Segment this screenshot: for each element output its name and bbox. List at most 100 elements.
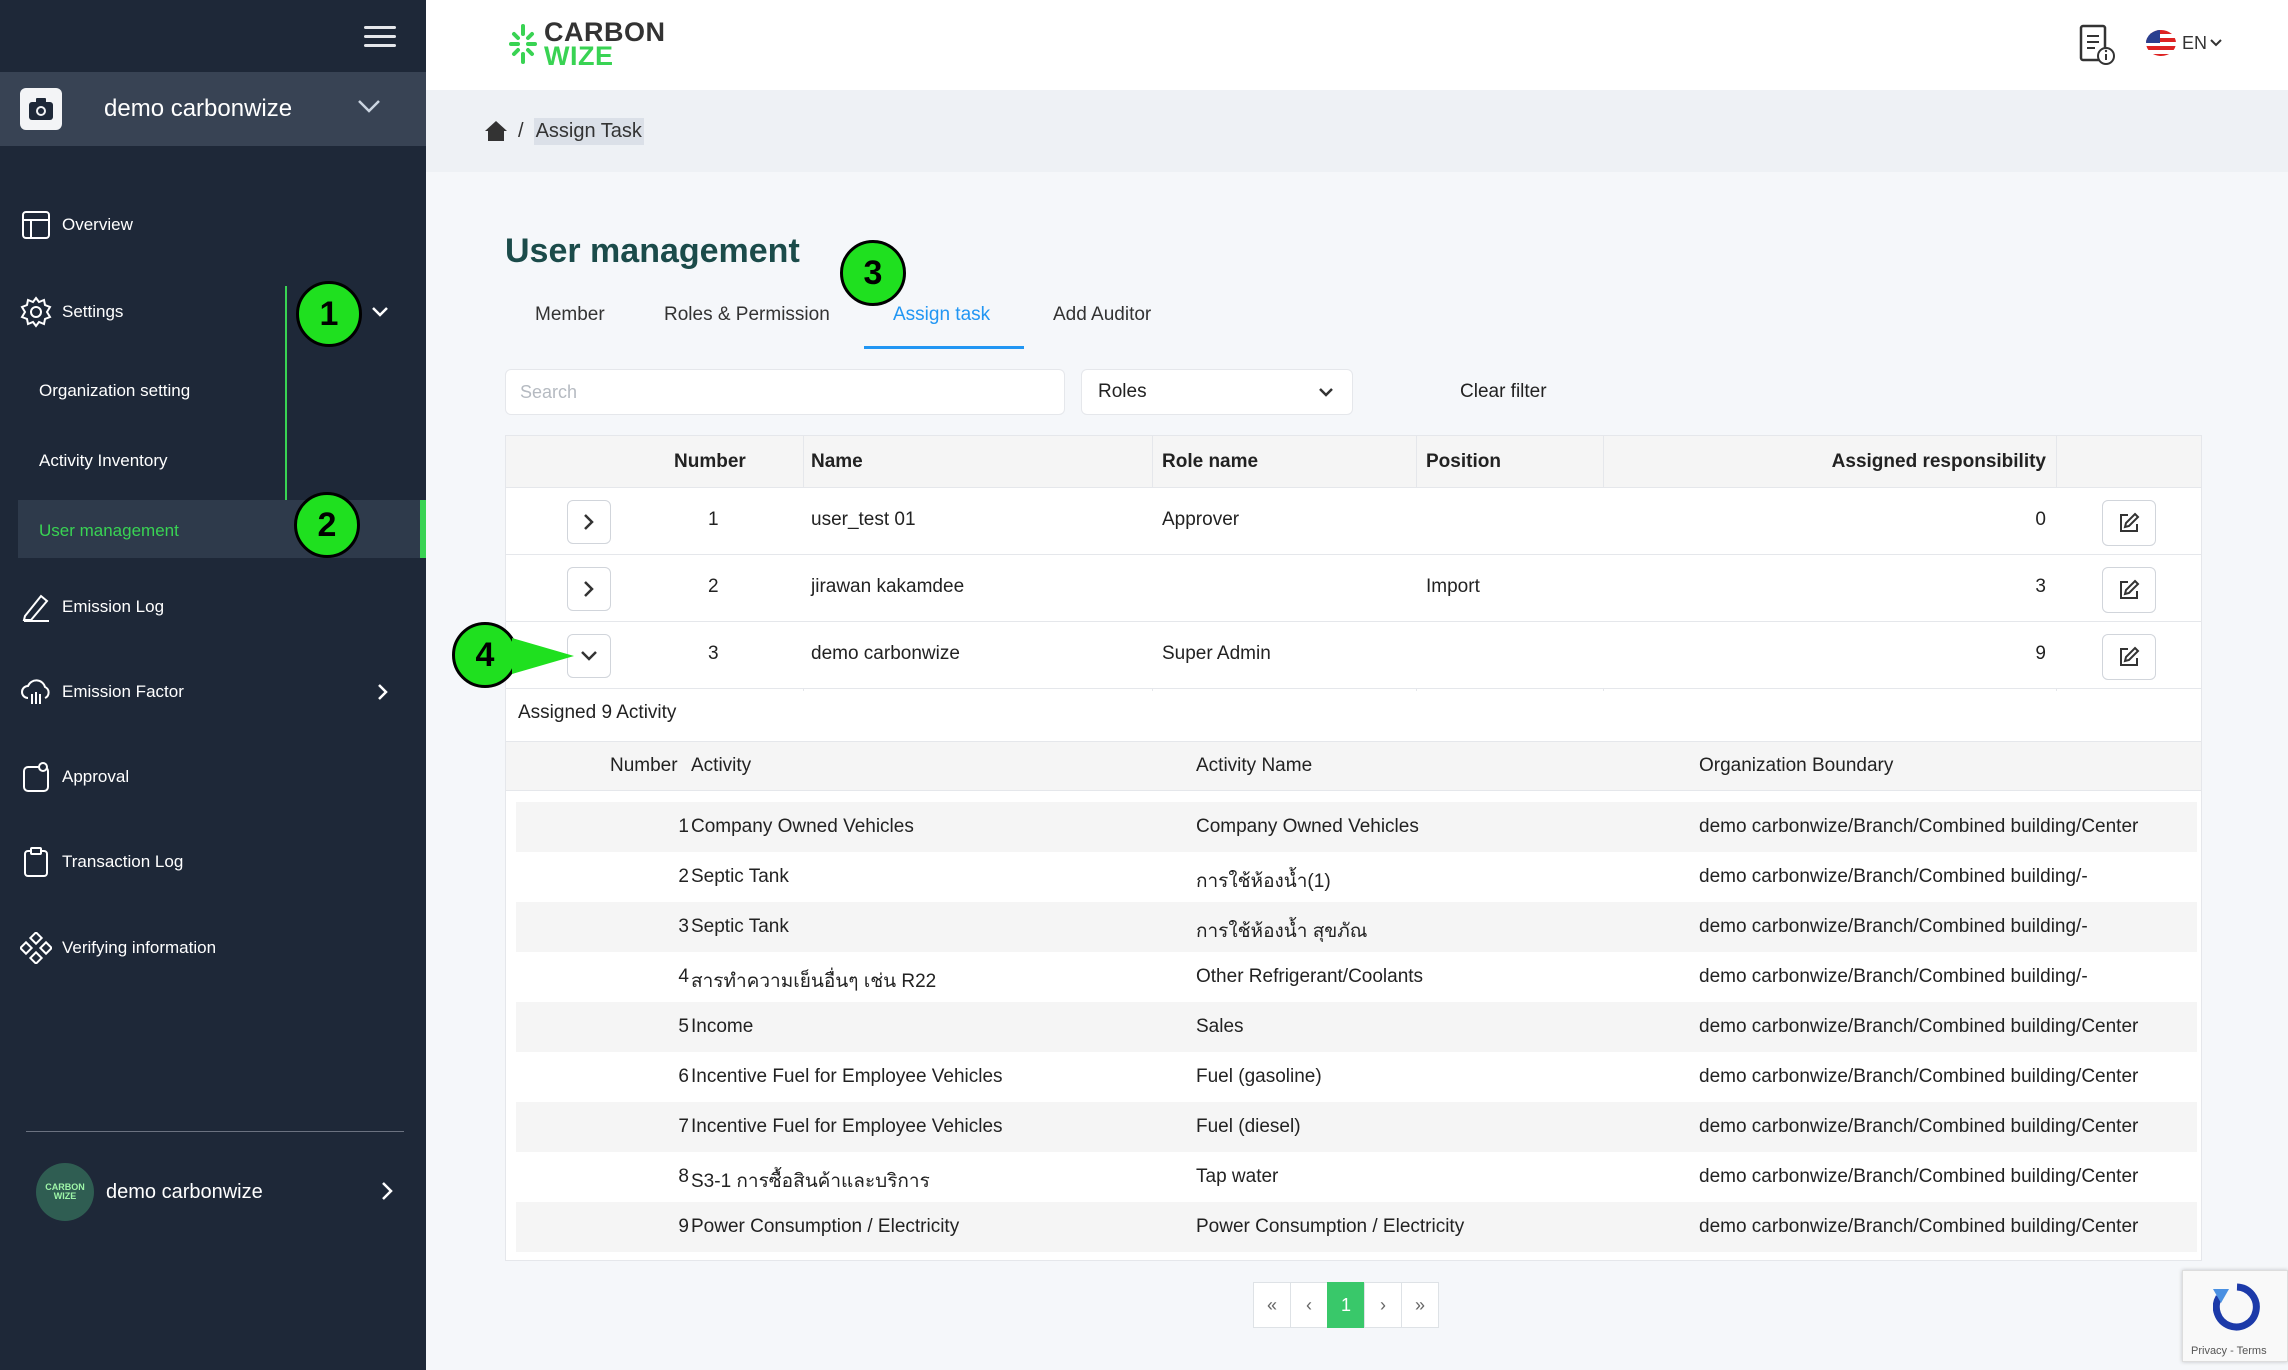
activity-cell-boundary: demo carbonwize/Branch/Combined building… [1699,966,2088,987]
next-page-button[interactable]: › [1364,1282,1402,1328]
first-page-button[interactable]: « [1253,1282,1291,1328]
nav-emission-log[interactable]: Emission Log [20,591,164,623]
edit-button[interactable] [2102,500,2156,546]
nav-overview[interactable]: Overview [20,209,133,241]
nav-transaction-log[interactable]: Transaction Log [20,846,183,878]
camera-icon [20,88,62,130]
org-name: demo carbonwize [104,95,293,122]
activity-row: 9 Power Consumption / Electricity Power Co… [516,1202,2197,1252]
cell-number: 3 [708,643,719,664]
activity-table-header: Number Activity Activity Name Organizati… [506,741,2201,791]
home-icon[interactable] [484,120,508,142]
activity-cell-activity-name: การใช้ห้องน้ำ สุขภัณ [1196,921,1368,942]
activity-cell-boundary: demo carbonwize/Branch/Combined building… [1699,916,2088,937]
activity-cell-activity: Septic Tank [691,866,789,887]
cell-name: demo carbonwize [811,643,960,664]
col-position: Position [1426,451,1501,472]
tab-roles-permission[interactable]: Roles & Permission [664,304,830,326]
activity-cell-activity-name: Company Owned Vehicles [1196,816,1419,837]
nav-approval[interactable]: Approval [20,761,129,793]
pen-icon [20,591,52,623]
col-role-name: Role name [1162,451,1259,472]
edit-button[interactable] [2102,634,2156,680]
breadcrumb: / Assign Task [426,90,2288,172]
user-profile[interactable]: CARBON WIZE demo carbonwize [36,1163,263,1221]
roles-select[interactable]: Roles [1081,369,1353,415]
logo-line-2: WIZE [544,41,614,71]
activity-cell-activity: Income [691,1016,754,1037]
edit-button[interactable] [2102,567,2156,613]
activity-cell-number: 6 [678,1066,689,1087]
prev-page-button[interactable]: ‹ [1290,1282,1328,1328]
chevron-down-icon [372,307,388,317]
activity-row: 7 Incentive Fuel for Employee Vehicles Fue… [516,1102,2197,1152]
activity-cell-activity-name: Fuel (gasoline) [1196,1066,1322,1087]
cell-position: Import [1426,576,1480,597]
cell-role: Approver [1162,509,1240,530]
page-1-button[interactable]: 1 [1327,1282,1365,1328]
recaptcha-text: Privacy - Terms [2191,1345,2267,1357]
chevron-right-icon [378,684,388,700]
activity-cell-activity: Incentive Fuel for Employee Vehicles [691,1116,1003,1137]
clear-filter-button[interactable]: Clear filter [1460,381,1547,403]
activity-cell-activity-name: Other Refrigerant/Coolants [1196,966,1424,987]
activity-cell-activity-name: Sales [1196,1016,1244,1037]
sub-item-user-management[interactable]: User management [39,521,179,541]
last-page-button[interactable]: » [1401,1282,1439,1328]
activity-cell-number: 7 [678,1116,689,1137]
cell-name: user_test 01 [811,509,916,530]
cell-assigned: 0 [2035,509,2046,530]
activity-cell-activity: S3-1 การซื้อสินค้าและบริการ [691,1171,930,1192]
expand-row-button[interactable] [567,500,611,544]
activity-row: 3 Septic Tank การใช้ห้องน้ำ สุขภัณ demo car… [516,902,2197,952]
carbonwize-logo: CARBON WIZE [508,19,666,71]
tab-assign-task[interactable]: Assign task [893,304,990,326]
org-switcher[interactable]: demo carbonwize [0,72,426,146]
col-number: Number [674,451,746,472]
nav-verifying-information[interactable]: Verifying information [20,932,216,964]
annotation-marker-2: 2 [294,492,360,558]
page-title: User management [505,232,800,270]
chevron-right-icon[interactable] [380,1180,394,1202]
col-activity: Activity [691,755,752,776]
activity-row: 5 Income Sales demo carbonwize/Branch/Combi… [516,1002,2197,1052]
col-activity-number: Number [610,755,678,776]
activity-cell-number: 9 [678,1216,689,1237]
col-organization-boundary: Organization Boundary [1699,755,1894,776]
annotation-marker-4: 4 [452,622,518,688]
nav-emission-factor[interactable]: Emission Factor [20,676,410,708]
nav-label: Emission Log [62,597,165,616]
nav-label: Emission Factor [62,682,184,701]
tab-add-auditor[interactable]: Add Auditor [1053,304,1151,326]
activity-row: 1 Company Owned Vehicles Company Owned Veh… [516,802,2197,852]
annotation-arrow-icon [512,638,574,674]
recaptcha-badge[interactable]: Privacy - Terms [2182,1270,2288,1362]
search-input[interactable] [505,369,1065,415]
assigned-activity-title: Assigned 9 Activity [518,702,677,723]
hamburger-menu-icon[interactable] [364,22,396,50]
expand-row-button[interactable] [567,567,611,611]
us-flag-icon [2146,30,2176,56]
sidebar-divider [26,1131,404,1132]
cloud-icon [20,676,52,708]
annotation-marker-1: 1 [296,281,362,347]
sub-item-activity-inventory[interactable]: Activity Inventory [39,451,168,471]
network-icon [20,932,52,964]
document-info-icon[interactable] [2078,24,2116,66]
nav-label: Transaction Log [62,852,184,871]
language-label: EN [2182,32,2208,53]
tab-member[interactable]: Member [535,304,605,326]
sub-item-organization-setting[interactable]: Organization setting [39,381,190,401]
activity-row: 8 S3-1 การซื้อสินค้าและบริการ Tap water dem… [516,1152,2197,1202]
chevron-down-icon [581,651,597,661]
active-indicator [420,500,426,558]
activity-row: 2 Septic Tank การใช้ห้องน้ำ(1) demo carbonw… [516,852,2197,902]
activity-cell-activity: Power Consumption / Electricity [691,1216,960,1237]
clipboard-list-icon [20,846,52,878]
edit-icon [2120,512,2140,532]
breadcrumb-current: Assign Task [533,117,644,145]
activity-cell-number: 3 [678,916,689,937]
sidebar: demo carbonwize Overview Settings Organi… [0,0,426,1370]
language-selector[interactable]: EN [2146,30,2223,56]
nav-label: Approval [62,767,130,786]
